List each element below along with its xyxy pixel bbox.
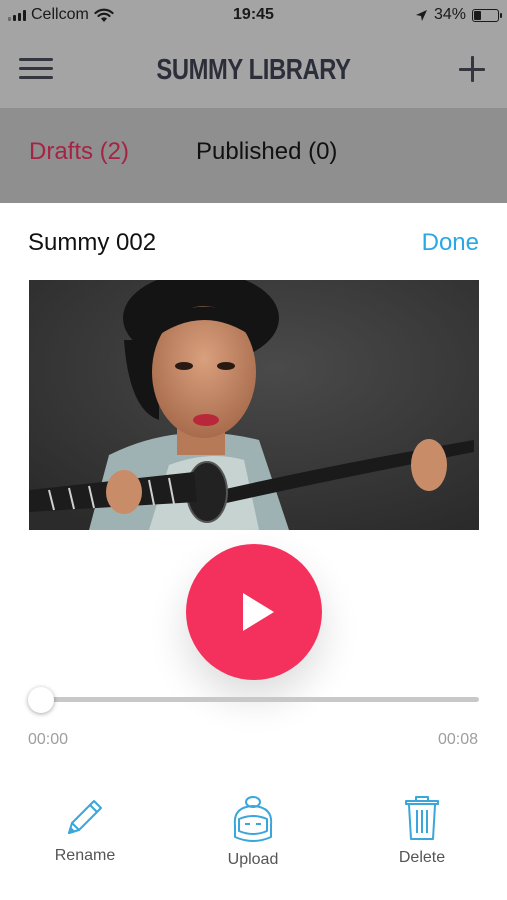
rename-button[interactable]: Rename <box>35 795 135 865</box>
tab-published[interactable]: Published (0) <box>196 138 337 166</box>
status-bar-right: 34% <box>415 6 502 24</box>
playback-progress-track[interactable] <box>29 697 479 702</box>
summy-mascot-icon <box>233 796 273 842</box>
upload-button[interactable]: Upload <box>203 795 303 869</box>
duration-time: 00:08 <box>437 731 478 748</box>
battery-icon <box>472 8 502 22</box>
page-title: SUMMY LIBRARY <box>156 54 351 86</box>
battery-fill <box>474 10 481 20</box>
play-icon <box>243 593 274 631</box>
library-tabs: Drafts (2) Published (0) <box>0 108 507 203</box>
location-arrow-icon <box>415 9 427 21</box>
playback-scrubber-handle[interactable] <box>28 687 54 713</box>
battery-percent: 34% <box>433 6 466 23</box>
video-thumbnail[interactable] <box>29 280 479 530</box>
nav-bar: SUMMY LIBRARY <box>0 34 507 108</box>
play-button[interactable] <box>186 544 322 680</box>
summy-detail-sheet: Summy 002 Done 00:00 00:08 Rename Upload… <box>0 203 507 900</box>
delete-button[interactable]: Delete <box>372 795 472 867</box>
rename-label: Rename <box>54 847 116 864</box>
upload-label: Upload <box>227 851 279 868</box>
tab-drafts[interactable]: Drafts (2) <box>29 138 129 166</box>
status-bar: Cellcom 19:45 34% <box>0 0 507 34</box>
delete-label: Delete <box>398 849 446 866</box>
summy-title: Summy 002 <box>28 229 157 256</box>
done-button[interactable]: Done <box>422 229 479 257</box>
current-time: 00:00 <box>28 731 69 748</box>
plus-icon[interactable] <box>459 56 485 82</box>
woman-holding-katana-photo <box>29 280 479 530</box>
trash-icon <box>405 796 439 840</box>
pencil-icon <box>68 800 102 834</box>
